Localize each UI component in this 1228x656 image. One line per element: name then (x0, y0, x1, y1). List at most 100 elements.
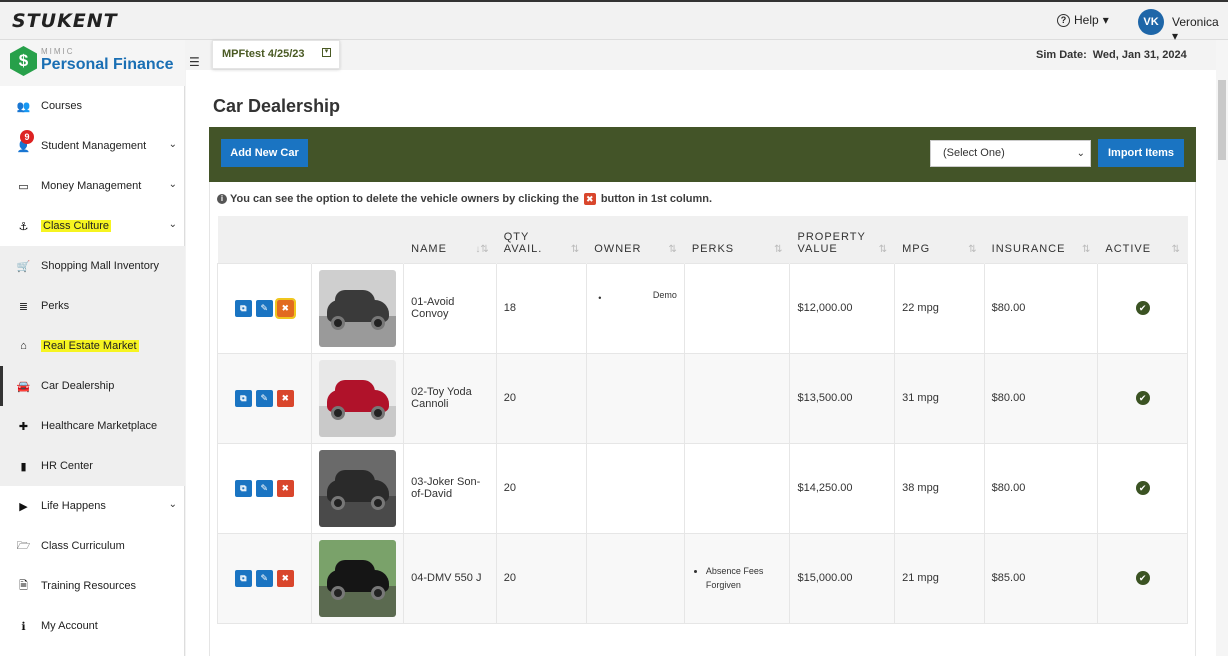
info-circle-icon: ℹ (21, 620, 26, 633)
file-icon: 🗎 (19, 579, 28, 592)
car-image-cell (310, 532, 405, 624)
check-circle-icon: ✔ (1135, 571, 1150, 585)
pencil-icon[interactable]: ✎ (255, 569, 273, 587)
car-name: 01-Avoid Convoy (403, 262, 497, 354)
brand-name: Personal Finance (41, 56, 174, 73)
users-icon: 👥 (16, 100, 31, 113)
expand-icon[interactable]: ▾ (322, 48, 331, 57)
user-menu[interactable]: Veronica ▾ (1172, 15, 1228, 43)
car-image-cell (310, 352, 405, 444)
brand-small: MIMIC (41, 47, 75, 56)
sidebar-item-label: Shopping Mall Inventory (41, 260, 160, 272)
car-value: $12,000.00 (789, 262, 896, 354)
sidebar-item-money-management[interactable]: ▭ Money Management ⌄ (0, 166, 185, 206)
select-value: (Select One) (943, 147, 1005, 159)
cars-table: NAME ↓⇅ QTY AVAIL. ⇅ OWNER ⇅ PERKS ⇅ PROPERTY VA… (217, 216, 1188, 624)
sidebar-item-label: Money Management (41, 180, 142, 192)
sort-icon[interactable]: ⇅ (668, 244, 676, 255)
car-image (318, 359, 396, 437)
avatar[interactable]: VK (1138, 9, 1164, 35)
add-new-car-button[interactable]: Add New Car (221, 139, 308, 167)
column-header-name[interactable]: NAME ↓⇅ (403, 216, 497, 263)
sort-icon[interactable]: ↓⇅ (475, 244, 488, 255)
column-header-active[interactable]: ACTIVE ⇅ (1097, 216, 1188, 263)
sidebar-item-car-dealership[interactable]: 🚘 Car Dealership (0, 366, 185, 406)
copy-icon[interactable]: ⧉ (234, 569, 252, 587)
car-image (318, 269, 396, 347)
delete-icon[interactable]: ✖ (276, 569, 294, 587)
car-insurance: $80.00 (983, 442, 1099, 534)
sidebar-item-class-curriculum[interactable]: 🗁 Class Curriculum (0, 526, 185, 566)
delete-icon[interactable]: ✖ (274, 297, 296, 319)
pencil-icon[interactable]: ✎ (255, 299, 273, 317)
sort-icon[interactable]: ⇅ (879, 244, 887, 255)
sort-icon[interactable]: ⇅ (571, 244, 579, 255)
car-perks-cell (683, 442, 791, 534)
scrollbar[interactable] (1216, 40, 1228, 656)
car-insurance: $80.00 (983, 262, 1099, 354)
sidebar-item-my-account[interactable]: ℹ My Account (0, 606, 185, 646)
sort-icon[interactable]: ⇅ (1172, 244, 1180, 255)
sidebar-item-courses[interactable]: 👥 Courses (0, 86, 185, 126)
book-icon: ▮ (20, 460, 27, 473)
sidebar-item-life-happens[interactable]: ▶ Life Happens ⌄ (0, 486, 185, 526)
sidebar-item-label: My Account (41, 620, 98, 632)
notification-badge: 9 (20, 130, 34, 144)
sidebar-item-shopping-mall-inventory[interactable]: 🛒 Shopping Mall Inventory (0, 246, 185, 286)
help-label: Help (1074, 13, 1099, 27)
column-header-perks[interactable]: PERKS ⇅ (684, 216, 791, 263)
car-qty: 20 (495, 442, 588, 534)
folder-open-icon: 🗁 (16, 539, 31, 552)
car-mpg: 38 mpg (894, 442, 985, 534)
import-items-button[interactable]: Import Items (1098, 139, 1184, 167)
copy-icon[interactable]: ⧉ (234, 479, 252, 497)
column-header-qty-avail[interactable]: QTY AVAIL. ⇅ (496, 216, 588, 263)
sidebar-item-training-resources[interactable]: 🗎 Training Resources (0, 566, 185, 606)
car-image (318, 539, 396, 617)
brand[interactable]: $ MIMIC Personal Finance (0, 40, 185, 86)
sidebar-item-healthcare-marketplace[interactable]: ✚ Healthcare Marketplace (0, 406, 185, 446)
column-header-owner[interactable]: OWNER ⇅ (586, 216, 685, 263)
info-text-after: button in 1st column. (600, 193, 713, 205)
column-header-property-value[interactable]: PROPERTY VALUE ⇅ (789, 216, 896, 263)
pencil-icon[interactable]: ✎ (255, 479, 273, 497)
chevron-down-icon: ⌄ (1076, 148, 1085, 159)
copy-icon[interactable]: ⧉ (234, 389, 252, 407)
sidebar-item-hr-center[interactable]: ▮ HR Center (0, 446, 185, 486)
header-image (311, 216, 405, 263)
copy-icon[interactable]: ⧉ (234, 299, 252, 317)
column-header-label: OWNER (594, 242, 642, 255)
cart-icon: 🛒 (16, 260, 31, 273)
sidebar-item-perks[interactable]: ≣ Perks (0, 286, 185, 326)
pencil-icon[interactable]: ✎ (255, 389, 273, 407)
sidebar-item-label: Car Dealership (41, 380, 115, 392)
car-owner-cell (586, 532, 685, 624)
column-header-label: QTY AVAIL. (503, 230, 543, 255)
sidebar-item-label: Life Happens (41, 500, 106, 512)
action-select[interactable]: (Select One) ⌄ (930, 140, 1091, 167)
scrollbar-thumb[interactable] (1218, 80, 1226, 160)
hamburger-icon[interactable]: ☰ (189, 55, 200, 69)
column-header-insurance[interactable]: INSURANCE ⇅ (984, 216, 1099, 263)
sidebar-item-student-management[interactable]: 👤 Student Management 9 ⌄ (0, 126, 185, 166)
header-actions (217, 216, 312, 263)
sort-icon[interactable]: ⇅ (968, 244, 976, 255)
stukent-logo[interactable]: STUKENT (12, 10, 118, 32)
sort-icon[interactable]: ⇅ (774, 244, 782, 255)
sort-icon[interactable]: ⇅ (1082, 244, 1090, 255)
sidebar-item-class-culture[interactable]: ⚓ Class Culture ⌄ (0, 206, 185, 246)
column-header-label: NAME (411, 242, 447, 255)
table-row: ⧉ ✎ ✖ 01-Avoid Convoy 18 • Demo $12,000.0… (217, 262, 1188, 354)
sim-selector[interactable]: MPFtest 4/25/23 ▾ (212, 40, 340, 69)
help-menu[interactable]: ? Help ▾ (1057, 13, 1109, 27)
delete-icon[interactable]: ✖ (276, 389, 294, 407)
row-actions: ⧉ ✎ ✖ (217, 442, 312, 534)
car-insurance: $85.00 (983, 532, 1099, 624)
check-circle-icon: ✔ (1135, 481, 1150, 495)
sim-date-value: Wed, Jan 31, 2024 (1092, 49, 1187, 61)
car-qty: 18 (495, 262, 588, 354)
info-icon: i (217, 194, 227, 204)
column-header-mpg[interactable]: MPG ⇅ (894, 216, 985, 263)
delete-icon[interactable]: ✖ (276, 479, 294, 497)
sidebar-item-real-estate-market[interactable]: ⌂ Real Estate Market (0, 326, 185, 366)
